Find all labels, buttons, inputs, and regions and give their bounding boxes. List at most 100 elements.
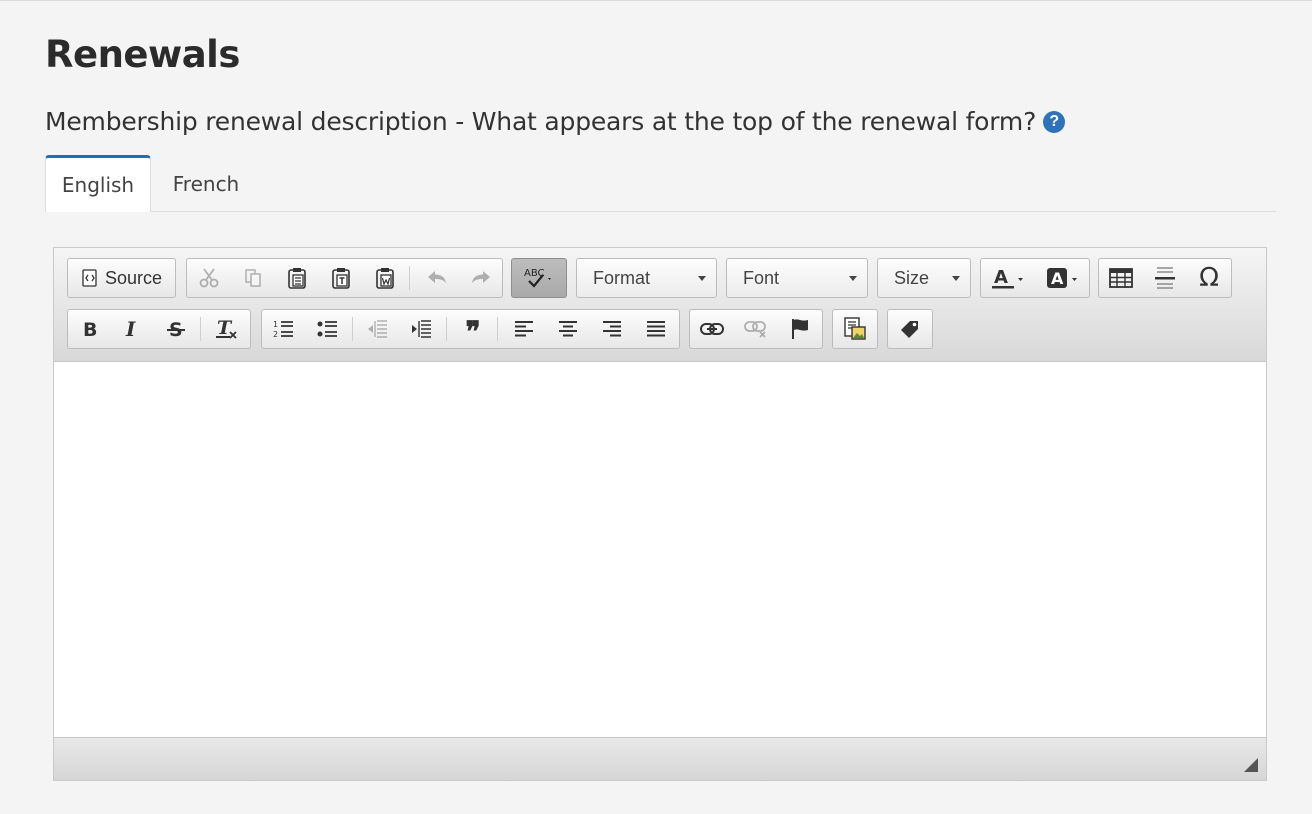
source-button[interactable]: Source xyxy=(68,259,175,297)
svg-text:I: I xyxy=(125,319,136,339)
links-group xyxy=(689,309,823,349)
font-dropdown[interactable]: Font xyxy=(726,258,868,298)
flag-icon xyxy=(792,319,808,339)
spellcheck-icon: ABC xyxy=(524,268,551,288)
outdent-icon xyxy=(368,320,387,338)
special-character-button[interactable]: Ω xyxy=(1187,259,1231,297)
table-icon xyxy=(1109,268,1133,288)
rich-text-editor: Source ABC Format Font Size A A Ω B I T … xyxy=(53,247,1267,781)
insert-group: Ω xyxy=(1098,258,1232,298)
redo-button[interactable] xyxy=(459,259,503,297)
paragraph-group: 1 2 ❞ xyxy=(261,309,680,349)
undo-icon xyxy=(428,271,446,283)
anchor-button[interactable] xyxy=(778,310,822,348)
link-icon xyxy=(700,323,724,335)
background-color-icon: A xyxy=(1047,268,1077,288)
editor-statusbar xyxy=(54,737,1266,780)
source-icon xyxy=(82,269,97,287)
image-icon xyxy=(844,317,866,340)
tab-english[interactable]: English xyxy=(45,155,151,212)
unlink-button[interactable] xyxy=(734,310,778,348)
cut-icon xyxy=(199,268,219,288)
clipboard-group xyxy=(186,258,503,298)
blockquote-button[interactable]: ❞ xyxy=(451,310,495,348)
separator xyxy=(352,317,353,341)
separator xyxy=(446,317,447,341)
table-button[interactable] xyxy=(1099,259,1143,297)
spellcheck-button[interactable]: ABC xyxy=(512,259,566,297)
justify-button[interactable] xyxy=(634,310,678,348)
format-dropdown[interactable]: Format xyxy=(576,258,717,298)
bulleted-list-button[interactable] xyxy=(306,310,350,348)
size-dropdown[interactable]: Size xyxy=(877,258,971,298)
field-description: Membership renewal description - What ap… xyxy=(45,107,1066,136)
svg-text:B: B xyxy=(83,319,97,339)
paste-button[interactable] xyxy=(275,259,319,297)
align-center-icon xyxy=(559,321,577,337)
bold-icon: B xyxy=(83,319,97,339)
cut-button[interactable] xyxy=(187,259,231,297)
paste-text-button[interactable] xyxy=(319,259,363,297)
paste-icon xyxy=(288,268,306,289)
indent-button[interactable] xyxy=(400,310,444,348)
help-icon[interactable]: ? xyxy=(1043,110,1066,133)
align-center-button[interactable] xyxy=(546,310,590,348)
link-button[interactable] xyxy=(690,310,734,348)
tag-button[interactable] xyxy=(888,310,932,348)
strikethrough-icon: S xyxy=(167,319,185,339)
align-left-button[interactable] xyxy=(502,310,546,348)
size-label: Size xyxy=(894,268,930,288)
separator xyxy=(497,317,498,341)
svg-text:T: T xyxy=(217,317,233,339)
strike-button[interactable]: S xyxy=(154,310,198,348)
color-group: A A xyxy=(980,258,1090,298)
background-color-button[interactable]: A xyxy=(1037,259,1089,297)
font-label: Font xyxy=(743,268,780,288)
svg-text:1: 1 xyxy=(273,320,278,329)
quote-icon: ❞ xyxy=(465,315,481,348)
svg-text:2: 2 xyxy=(273,330,278,339)
description-text: Membership renewal description - What ap… xyxy=(45,107,1037,136)
language-tabs: English French xyxy=(45,155,1276,212)
bold-button[interactable]: B xyxy=(68,310,112,348)
justify-icon xyxy=(647,321,665,337)
separator xyxy=(200,317,201,341)
text-color-button[interactable]: A xyxy=(983,259,1035,297)
align-right-button[interactable] xyxy=(590,310,634,348)
paste-word-icon xyxy=(376,268,394,289)
horizontal-line-icon xyxy=(1155,267,1175,289)
unlink-icon xyxy=(744,321,766,338)
tag-group xyxy=(887,309,933,349)
bulleted-list-icon xyxy=(317,321,337,337)
image-group xyxy=(832,309,878,349)
chevron-down-icon xyxy=(698,276,706,281)
numbered-list-button[interactable]: 1 2 xyxy=(262,310,306,348)
tab-french[interactable]: French xyxy=(151,155,261,211)
resize-handle-icon[interactable] xyxy=(1244,758,1258,772)
chevron-down-icon xyxy=(849,276,857,281)
text-color-icon: A xyxy=(992,267,1023,289)
paste-word-button[interactable] xyxy=(363,259,407,297)
editor-toolbar: Source ABC Format Font Size A A Ω B I T … xyxy=(54,248,1266,362)
source-group: Source xyxy=(67,258,176,298)
align-right-icon xyxy=(603,321,621,337)
tag-icon xyxy=(901,321,918,338)
remove-format-button[interactable]: T xyxy=(205,310,249,348)
undo-button[interactable] xyxy=(415,259,459,297)
svg-text:A: A xyxy=(994,267,1008,288)
image-button[interactable] xyxy=(833,310,877,348)
spellcheck-group: ABC xyxy=(511,258,567,298)
copy-button[interactable] xyxy=(231,259,275,297)
editor-content-area[interactable] xyxy=(54,362,1266,739)
chevron-down-icon xyxy=(952,276,960,281)
remove-format-icon: T xyxy=(216,317,237,339)
align-left-icon xyxy=(515,321,533,337)
italic-button[interactable]: I xyxy=(110,310,154,348)
format-label: Format xyxy=(593,268,651,288)
horizontal-line-button[interactable] xyxy=(1143,259,1187,297)
outdent-button[interactable] xyxy=(356,310,400,348)
copy-icon xyxy=(245,269,261,287)
source-label: Source xyxy=(104,267,163,288)
indent-icon xyxy=(412,320,431,338)
basicstyles-group: B I S T xyxy=(67,309,251,349)
